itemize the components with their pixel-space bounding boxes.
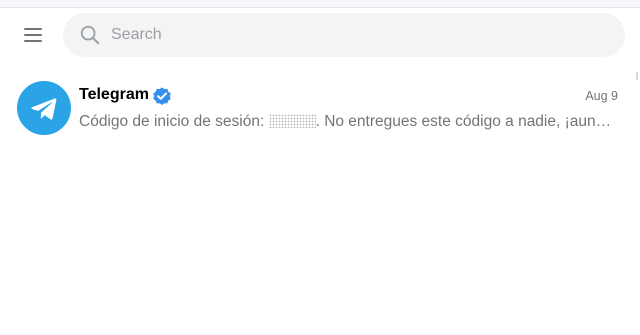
menu-bar (24, 28, 42, 30)
menu-bar (24, 34, 42, 36)
verified-badge-icon (153, 87, 171, 105)
preview-text-after: . No entregues este código a nadie, ¡aun… (315, 113, 612, 130)
spoiler-hidden-code[interactable] (268, 114, 316, 128)
telegram-plane-icon (31, 98, 57, 120)
chat-preview: Código de inicio de sesión: . No entregu… (79, 113, 617, 131)
search-box[interactable] (63, 13, 625, 57)
header (0, 8, 640, 64)
chat-title: Telegram (79, 86, 149, 103)
top-strip (0, 0, 640, 8)
hamburger-menu-icon[interactable] (14, 20, 52, 50)
preview-text-before: Código de inicio de sesión: (79, 113, 269, 130)
search-input[interactable] (111, 13, 611, 57)
chat-item-telegram[interactable]: Telegram Aug 9 Código de inicio de sesió… (8, 75, 632, 139)
chat-date: Aug 9 (585, 89, 618, 103)
chat-list: Telegram Aug 9 Código de inicio de sesió… (0, 72, 640, 335)
avatar (17, 81, 71, 135)
search-icon (80, 25, 100, 45)
scrollbar[interactable] (636, 72, 638, 80)
menu-bar (24, 40, 42, 42)
